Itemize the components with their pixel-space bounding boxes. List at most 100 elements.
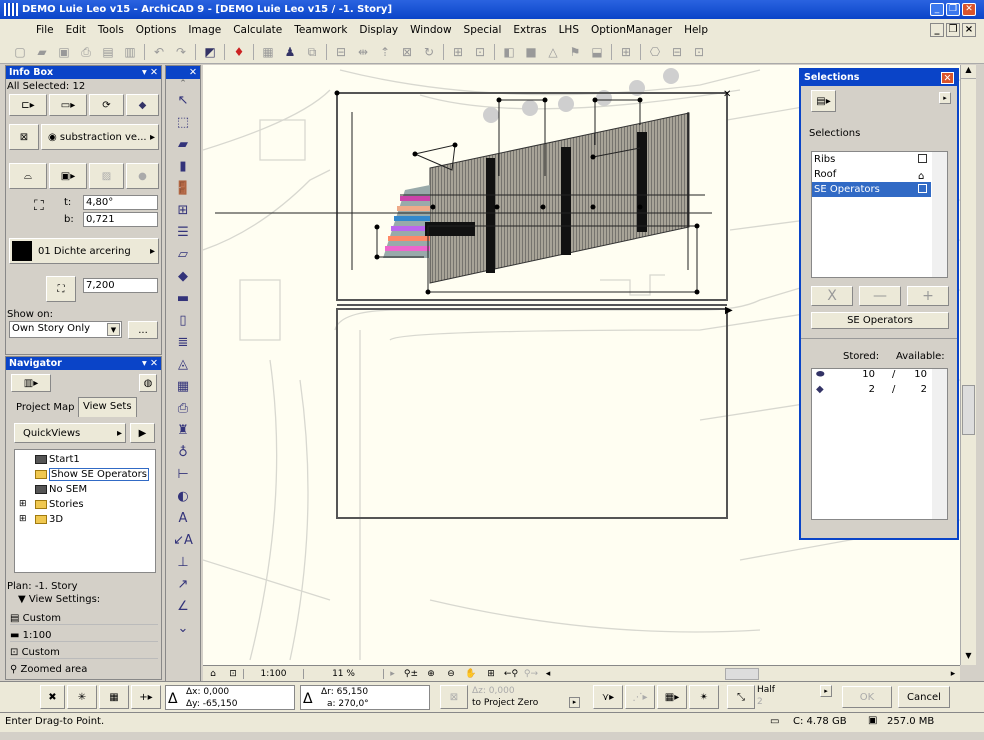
group-icon[interactable]: ⧉ — [304, 45, 320, 60]
snap-dropdown[interactable]: ▸ — [820, 685, 832, 697]
plot-icon[interactable]: ▤ — [100, 45, 116, 60]
text-icon[interactable]: A — [172, 508, 194, 528]
panel-close-icon[interactable]: ▾ ✕ — [142, 357, 158, 370]
gravity-icon[interactable]: ✖ — [40, 685, 65, 709]
split-icon[interactable]: ⊡ — [472, 45, 488, 60]
redo-icon[interactable]: ↷ — [173, 45, 189, 60]
zone-icon[interactable]: ▦ — [172, 376, 194, 396]
toolbox-header[interactable]: ✕ — [166, 66, 200, 79]
roof-hatch[interactable] — [429, 112, 690, 284]
layer-icon[interactable]: ▦ — [260, 45, 276, 60]
list-item-ribs[interactable]: Ribs — [812, 152, 931, 167]
section-icon[interactable]: ◐ — [172, 486, 194, 506]
print-icon[interactable]: ⎙ — [78, 45, 94, 60]
beam-icon[interactable]: ▬ — [172, 288, 194, 308]
rotation-button[interactable]: ⟳ — [89, 94, 124, 116]
list-item-roof[interactable]: Roof ⌂ — [812, 167, 931, 182]
elevation-icon[interactable]: ⌄ — [172, 618, 194, 638]
lamp-icon[interactable]: ♁ — [172, 442, 194, 462]
roof-tool-settings-button[interactable]: ◆ — [126, 94, 159, 116]
shape-button[interactable]: ▭▸ — [49, 94, 87, 116]
tree-item-3d[interactable]: ⊞ 3D — [15, 512, 155, 527]
menu-file[interactable]: File — [30, 24, 60, 36]
tab-view-sets[interactable]: View Sets — [78, 397, 137, 417]
scroll-left-arrow[interactable]: ◂ — [541, 669, 555, 679]
expand-icon[interactable]: ⊞ — [19, 512, 27, 527]
tree-item-start1[interactable]: Start1 — [15, 452, 155, 467]
angle-field[interactable]: 4,80° — [83, 195, 158, 210]
snap-point-icon[interactable]: ⤡ — [727, 685, 755, 709]
tab-project-map[interactable]: Project Map — [16, 402, 75, 413]
material-button[interactable]: ▨ — [89, 163, 124, 189]
relative-construction-icon[interactable]: +▸ — [131, 685, 161, 709]
selection-frame-lower[interactable] — [336, 308, 728, 519]
reference-dropdown[interactable]: ▸ — [569, 697, 580, 708]
zoom-display[interactable]: 11 % — [303, 668, 383, 679]
thickness-icon[interactable]: ⛶ — [46, 276, 76, 302]
guide-lines-icon[interactable]: ⋎▸ — [593, 685, 623, 709]
restore-button[interactable]: ❐ — [946, 3, 960, 16]
tree-item-no-sem[interactable]: No SEM — [15, 482, 155, 497]
undo-icon[interactable]: ↶ — [151, 45, 167, 60]
add-to-selection-button[interactable]: + — [907, 286, 949, 306]
scale-display[interactable]: 1:100 — [243, 668, 303, 679]
ok-button[interactable]: OK — [842, 686, 892, 708]
view-settings-toggle[interactable]: ▼ View Settings: — [18, 594, 100, 605]
grid-snap-icon[interactable]: ▦ — [99, 685, 129, 709]
polar-coordinates[interactable]: Δ Δr: 65,150 a: 270,0° — [300, 685, 430, 710]
layer-dropdown[interactable]: ◉ substraction ve... ▸ — [41, 124, 159, 150]
elevate-icon[interactable]: ⇡ — [377, 45, 393, 60]
menu-lhs[interactable]: LHS — [553, 24, 585, 36]
grid-icon[interactable]: ⊞ — [618, 45, 634, 60]
geometry-method-button[interactable]: ⊏▸ — [9, 94, 47, 116]
mirror-icon[interactable]: ⇹ — [355, 45, 371, 60]
more-button[interactable]: ... — [128, 321, 158, 339]
list-scrollbar[interactable] — [932, 152, 947, 277]
open-file-icon[interactable]: ▰ — [34, 45, 50, 60]
chevron-down-icon[interactable]: ▼ — [107, 323, 120, 336]
doc-restore-button[interactable]: ❐ — [946, 23, 960, 37]
align-icon[interactable]: ⊟ — [333, 45, 349, 60]
panel-close-icon[interactable]: ▾ ✕ — [142, 66, 158, 79]
navigator-header[interactable]: Navigator ▾ ✕ — [6, 357, 161, 370]
rotate-icon[interactable]: ↻ — [421, 45, 437, 60]
pen-icon[interactable]: ♟ — [282, 45, 298, 60]
scroll-thumb[interactable] — [962, 385, 975, 435]
cylinder-icon[interactable]: ▯ — [172, 310, 194, 330]
previous-zoom-icon[interactable]: ←⚲ — [501, 669, 521, 679]
elevation-tool-icon[interactable]: ⊟ — [669, 45, 685, 60]
slab-icon[interactable]: ▱ — [172, 244, 194, 264]
menu-extras[interactable]: Extras — [507, 24, 552, 36]
arrow-right-icon[interactable]: ▸ — [383, 668, 401, 679]
b-field[interactable]: 0,721 — [83, 212, 158, 227]
zoom-out-icon[interactable]: ⊖ — [441, 669, 461, 679]
minimize-button[interactable]: _ — [930, 3, 944, 16]
selections-header[interactable]: Selections ✕ — [801, 70, 957, 86]
menu-window[interactable]: Window — [404, 24, 457, 36]
close-icon[interactable]: ✕ — [941, 72, 954, 84]
scale-setting[interactable]: ▬ 1:100 — [10, 630, 158, 642]
show-on-select[interactable]: Own Story Only ▼ — [9, 321, 122, 338]
dimension-icon[interactable]: ⊢ — [172, 464, 194, 484]
display-options-setting[interactable]: ⊡ Custom — [10, 647, 158, 659]
wall-icon[interactable]: ▰ — [172, 134, 194, 154]
menu-edit[interactable]: Edit — [60, 24, 92, 36]
layer-lock-button[interactable]: ⊠ — [9, 124, 39, 150]
bring-forward-icon[interactable]: ◧ — [501, 45, 517, 60]
chair-icon[interactable]: ♜ — [172, 420, 194, 440]
object-stack-icon[interactable]: ≣ — [172, 332, 194, 352]
z-coordinate-icon[interactable]: ⊠ — [440, 685, 468, 709]
zoom-window-icon[interactable]: ⊡ — [223, 669, 243, 679]
3d-window-icon[interactable]: ◩ — [202, 45, 218, 60]
navigator-mode-button[interactable]: ▥▸ — [11, 374, 51, 392]
stair-colored[interactable] — [383, 185, 430, 258]
menu-calculate[interactable]: Calculate — [227, 24, 288, 36]
remove-from-selection-button[interactable]: — — [859, 286, 901, 306]
cancel-button[interactable]: Cancel — [898, 686, 950, 708]
triangle-icon[interactable]: △ — [545, 45, 561, 60]
picture-button[interactable]: ▣▸ — [49, 163, 87, 189]
menu-options[interactable]: Options — [130, 24, 183, 36]
detail-tool-icon[interactable]: ⊡ — [691, 45, 707, 60]
quickviews-dropdown[interactable]: QuickViews ▸ — [14, 423, 126, 443]
delete-selection-button[interactable]: X — [811, 286, 853, 306]
